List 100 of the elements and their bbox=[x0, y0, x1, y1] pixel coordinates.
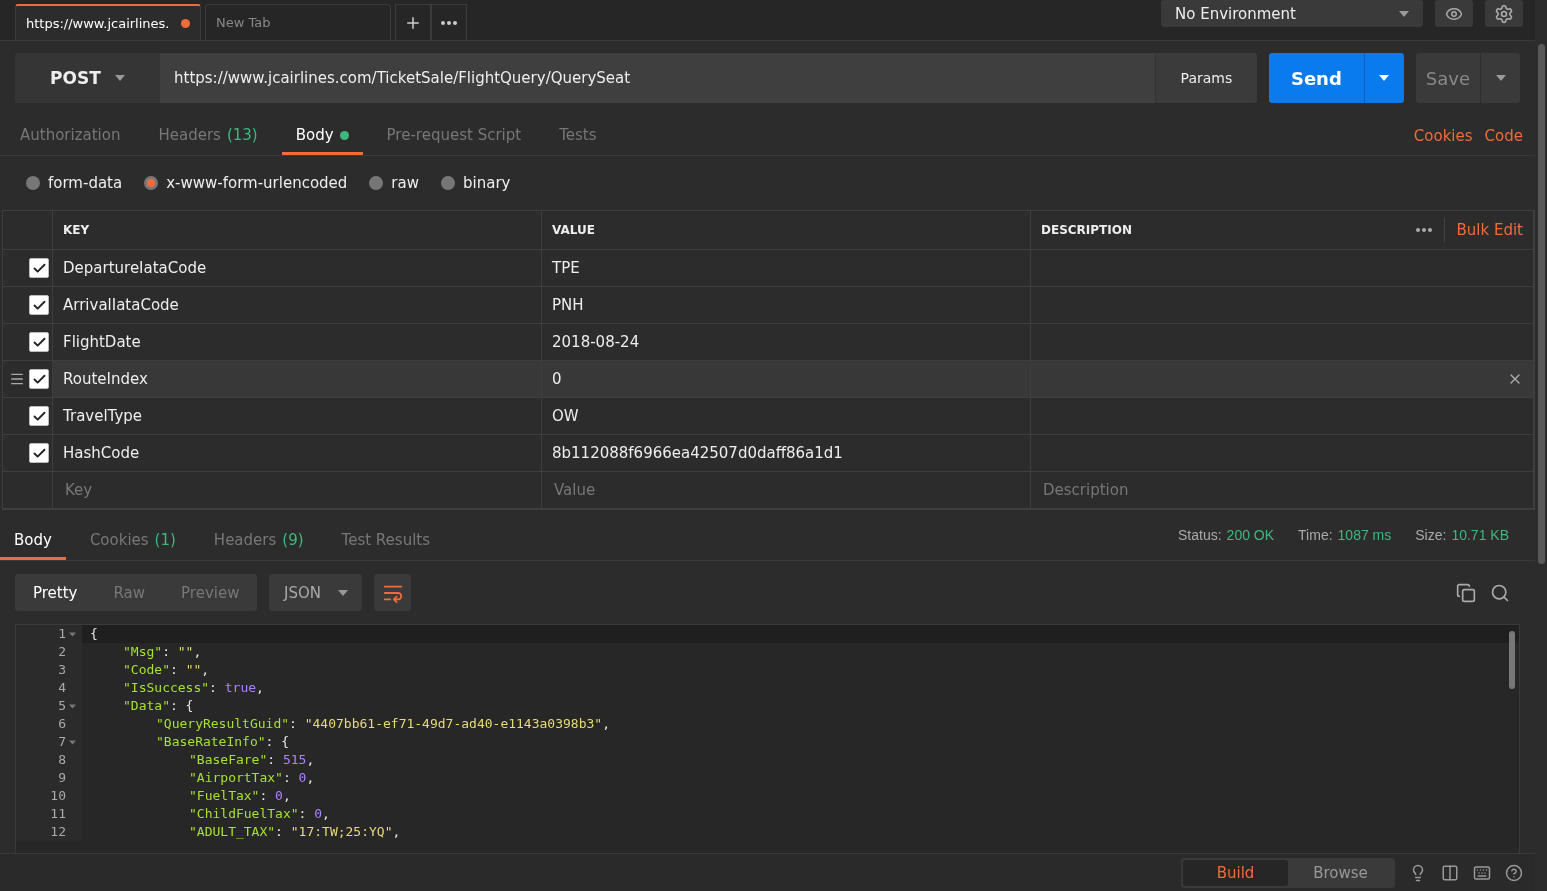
row-checkbox[interactable] bbox=[29, 406, 49, 426]
environment-dropdown[interactable]: No Environment bbox=[1161, 0, 1423, 27]
scrollbar[interactable] bbox=[1509, 631, 1515, 689]
fold-icon[interactable] bbox=[69, 703, 76, 709]
copy-icon[interactable] bbox=[1456, 582, 1476, 603]
caret-icon bbox=[1495, 75, 1506, 81]
fold-icon[interactable] bbox=[69, 631, 76, 637]
url-field[interactable]: https://www.jcairlines.com/TicketSale/FlightQuery/QuerySeat bbox=[160, 53, 1155, 103]
line-number: 6 bbox=[58, 715, 66, 733]
caret-icon bbox=[1379, 75, 1390, 81]
caret-icon bbox=[114, 75, 125, 81]
code-line: { bbox=[89, 625, 98, 643]
code-line: "Code": "", bbox=[122, 661, 210, 679]
request-section-tab[interactable]: Headers (13) bbox=[144, 126, 272, 155]
mode-toggle[interactable]: Build bbox=[1183, 859, 1288, 886]
line-number: 7 bbox=[58, 733, 66, 751]
code-line: "BaseFare": 515, bbox=[188, 751, 315, 769]
line-number: 3 bbox=[58, 661, 66, 679]
more-button[interactable] bbox=[431, 4, 467, 40]
code-line: "BaseRateInfo": { bbox=[155, 733, 290, 751]
row-checkbox[interactable] bbox=[29, 295, 49, 315]
param-value: TPE bbox=[552, 259, 580, 277]
meta-value: 1087 ms bbox=[1337, 527, 1392, 543]
request-tab[interactable]: https://www.jcairlines. bbox=[15, 4, 201, 40]
code-line: "QueryResultGuid": "4407bb61-ef71-49d7-ad40-e1143a0398b3", bbox=[155, 715, 610, 733]
line-number: 1 bbox=[58, 625, 66, 643]
line-number: 5 bbox=[58, 697, 66, 715]
request-section-tab[interactable]: Authorization bbox=[6, 126, 135, 155]
row-checkbox[interactable] bbox=[29, 369, 49, 389]
link[interactable]: Code bbox=[1484, 127, 1523, 145]
request-section-tab[interactable]: Tests bbox=[545, 126, 611, 155]
body-type-radio[interactable]: form-data bbox=[26, 174, 123, 192]
save-button[interactable]: Save bbox=[1415, 53, 1480, 103]
column-header: VALUE bbox=[552, 223, 595, 237]
key-field[interactable]: Key bbox=[63, 480, 531, 500]
scrollbar[interactable] bbox=[1537, 44, 1545, 564]
code-line: "Msg": "", bbox=[122, 643, 202, 661]
param-key: HashCode bbox=[63, 444, 140, 462]
param-key: DepartureIataCode bbox=[63, 259, 207, 277]
settings-button[interactable] bbox=[1485, 0, 1523, 27]
param-key: TravelType bbox=[63, 407, 143, 425]
layout-icon[interactable] bbox=[1441, 863, 1459, 882]
code-line: "Data": { bbox=[122, 697, 194, 715]
param-value: PNH bbox=[552, 296, 584, 314]
eye-button[interactable] bbox=[1435, 0, 1473, 27]
response-tab[interactable]: Headers (9) bbox=[199, 531, 318, 560]
param-key: RouteIndex bbox=[63, 370, 148, 388]
param-value: 0 bbox=[552, 370, 562, 388]
param-value: OW bbox=[552, 407, 579, 425]
request-section-tab[interactable]: Body bbox=[281, 126, 363, 155]
line-number: 8 bbox=[58, 751, 66, 769]
param-key: ArrivalIataCode bbox=[63, 296, 179, 314]
line-number: 4 bbox=[58, 679, 66, 697]
bulk-edit-link[interactable]: Bulk Edit bbox=[1456, 221, 1523, 239]
body-type-radio[interactable]: raw bbox=[369, 174, 419, 192]
new-tab-button[interactable] bbox=[395, 4, 431, 40]
body-type-radio[interactable]: x-www-form-urlencoded bbox=[144, 174, 348, 192]
response-tab[interactable]: Test Results bbox=[327, 531, 445, 560]
row-checkbox[interactable] bbox=[29, 258, 49, 278]
code-line: "ChildFuelTax": 0, bbox=[188, 805, 330, 823]
wrap-button[interactable] bbox=[374, 574, 412, 611]
column-header: DESCRIPTION bbox=[1041, 223, 1132, 237]
description-field[interactable]: Description bbox=[1041, 480, 1523, 500]
response-tab[interactable]: Cookies (1) bbox=[75, 531, 190, 560]
meta-value: 10.71 KB bbox=[1451, 527, 1509, 543]
param-value: 2018-08-24 bbox=[552, 333, 640, 351]
more-icon[interactable] bbox=[1415, 228, 1432, 232]
line-number: 11 bbox=[50, 805, 66, 823]
keyboard-icon[interactable] bbox=[1473, 863, 1491, 882]
code-line: "IsSuccess": true, bbox=[122, 679, 264, 697]
line-number: 9 bbox=[58, 769, 66, 787]
method-dropdown[interactable]: POST bbox=[15, 53, 160, 103]
code-line: "ADULT_TAX": "17:TW;25:YQ", bbox=[188, 823, 401, 841]
row-checkbox[interactable] bbox=[29, 443, 49, 463]
request-section-tab[interactable]: Pre-request Script bbox=[372, 126, 536, 155]
view-mode-tab[interactable]: Pretty bbox=[15, 574, 96, 611]
help-icon[interactable] bbox=[1505, 863, 1523, 882]
caret-icon bbox=[1399, 10, 1409, 17]
search-icon[interactable] bbox=[1490, 582, 1510, 603]
column-header: KEY bbox=[63, 223, 90, 237]
response-tab[interactable]: Body bbox=[0, 531, 66, 560]
format-dropdown[interactable]: JSON bbox=[269, 574, 363, 611]
meta-value: 200 OK bbox=[1226, 527, 1275, 543]
send-button[interactable]: Send bbox=[1268, 53, 1364, 103]
fold-icon[interactable] bbox=[69, 739, 76, 745]
meta-label: Size: bbox=[1415, 527, 1447, 543]
meta-label: Status: bbox=[1178, 527, 1222, 543]
drag-handle-icon[interactable] bbox=[9, 371, 25, 387]
code-line: "FuelTax": 0, bbox=[188, 787, 291, 805]
link[interactable]: Cookies bbox=[1413, 127, 1473, 145]
row-checkbox[interactable] bbox=[29, 332, 49, 352]
line-number: 12 bbox=[50, 823, 66, 841]
body-type-radio[interactable]: binary bbox=[441, 174, 511, 192]
param-value: 8b112088f6966ea42507d0daff86a1d1 bbox=[552, 444, 843, 462]
request-tab[interactable]: New Tab bbox=[205, 4, 391, 40]
settings-icon bbox=[1494, 3, 1514, 24]
value-field[interactable]: Value bbox=[552, 480, 1020, 500]
param-key: FlightDate bbox=[63, 333, 141, 351]
mode-toggle[interactable]: Browse bbox=[1288, 859, 1393, 886]
meta-label: Time: bbox=[1298, 527, 1333, 543]
